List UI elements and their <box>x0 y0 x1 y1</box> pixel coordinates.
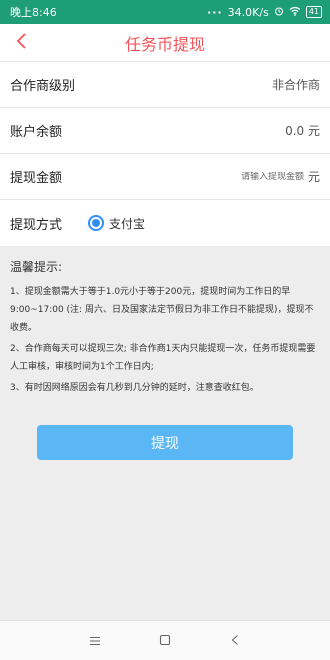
status-time: 晚上8:46 <box>10 6 57 19</box>
amount-field-wrap: 元 <box>193 168 320 185</box>
system-nav-bar <box>0 620 330 660</box>
status-bar: 晚上8:46 ··· 34.0K/s 41 <box>0 0 330 24</box>
notification-dots: ··· <box>207 5 223 19</box>
alipay-option[interactable]: 支付宝 <box>88 215 145 232</box>
menu-icon <box>89 631 101 650</box>
chevron-left-icon <box>15 32 27 54</box>
alipay-label: 支付宝 <box>109 216 146 231</box>
amount-row: 提现金额 元 <box>0 154 330 200</box>
balance-value: 0.0 元 <box>285 124 320 138</box>
menu-button[interactable] <box>83 629 107 653</box>
tips-section: 温馨提示: 1、提现金额需大于等于1.0元小于等于200元，提现时间为工作日的早… <box>0 246 330 397</box>
network-speed: 34.0K/s <box>227 5 269 19</box>
tip-item: 3、有时因网络原因会有几秒到几分钟的延时，注意查收红包。 <box>10 383 259 393</box>
withdraw-form: 合作商级别 非合作商 账户余额 0.0 元 提现金额 元 提现方式 支付宝 <box>0 62 330 246</box>
status-right: ··· 34.0K/s 41 <box>207 6 322 19</box>
withdraw-button[interactable]: 提现 <box>37 425 293 460</box>
method-row: 提现方式 支付宝 <box>0 200 330 246</box>
level-row: 合作商级别 非合作商 <box>0 62 330 108</box>
amount-input[interactable] <box>193 171 304 182</box>
battery-icon: 41 <box>305 6 322 18</box>
home-square-icon <box>159 631 171 650</box>
home-button[interactable] <box>153 629 177 653</box>
radio-selected-dot <box>92 219 101 227</box>
amount-label: 提现金额 <box>10 171 63 186</box>
tip-item: 2、合作商每天可以提现三次; 非合作商1天内只能提现一次，任务币提现需要人工审核… <box>10 344 316 372</box>
header: 任务币提现 <box>0 24 330 62</box>
back-button[interactable] <box>4 24 38 62</box>
back-triangle-icon <box>230 631 240 650</box>
balance-label: 账户余额 <box>10 125 63 140</box>
balance-row: 账户余额 0.0 元 <box>0 108 330 154</box>
amount-unit: 元 <box>307 170 320 184</box>
page-title: 任务币提现 <box>124 34 205 54</box>
tip-item: 1、提现金额需大于等于1.0元小于等于200元，提现时间为工作日的早9:00~1… <box>10 287 314 333</box>
tips-title: 温馨提示: <box>10 260 63 274</box>
alarm-icon <box>274 6 284 19</box>
system-back-button[interactable] <box>223 629 247 653</box>
alipay-radio[interactable] <box>88 215 105 231</box>
wifi-icon <box>289 6 301 19</box>
method-label: 提现方式 <box>10 217 63 233</box>
level-label: 合作商级别 <box>10 79 76 94</box>
level-value: 非合作商 <box>271 78 320 92</box>
